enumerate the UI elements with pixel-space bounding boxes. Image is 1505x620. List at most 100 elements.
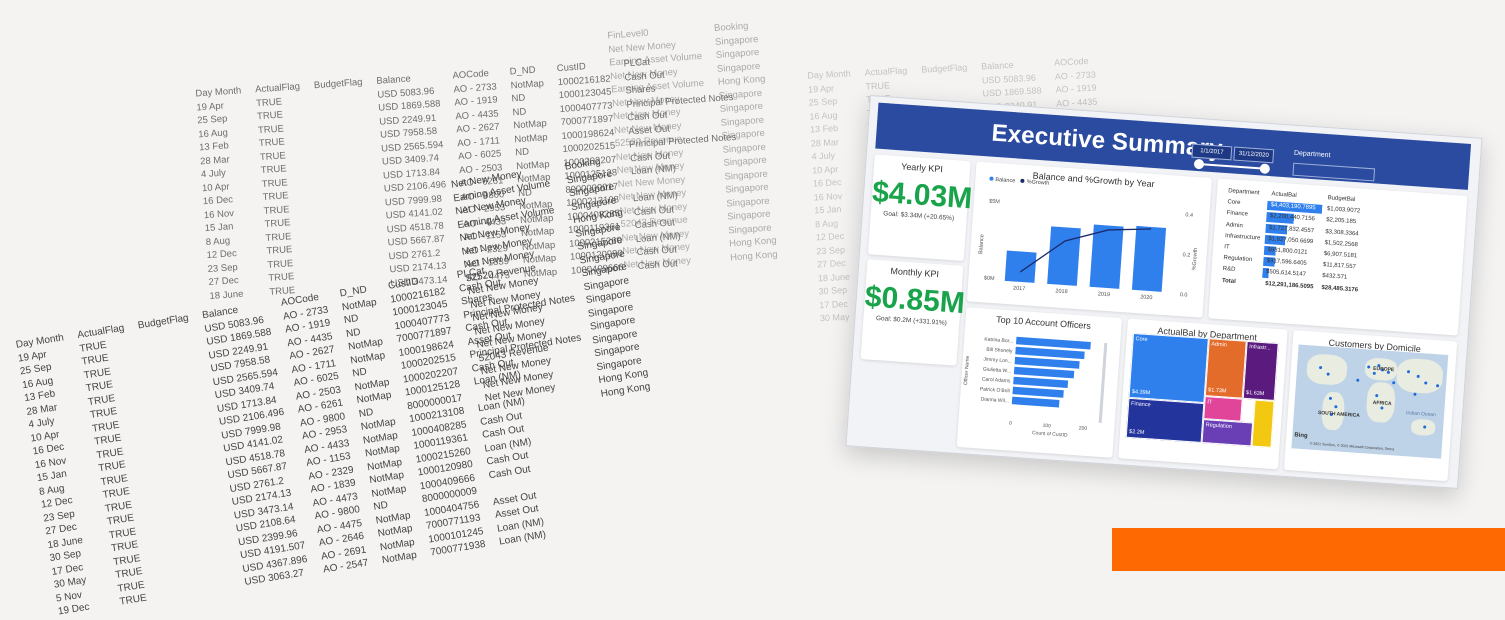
officer-name-label: Dianna Wil... (980, 396, 1009, 404)
officer-name-label: Katrina Bor... (984, 337, 1013, 345)
dept-budget: $1,003.9072 (1326, 206, 1361, 215)
officer-bar (1011, 396, 1060, 408)
officer-bar (1015, 346, 1085, 360)
map-label-africa: AFRICA (1372, 399, 1392, 408)
treemap-tile-value: $1.63M (1245, 389, 1265, 397)
treemap-tile[interactable] (1250, 399, 1275, 448)
treemap-tile-value: $4.39M (1131, 389, 1151, 397)
legend-balance-dot (989, 176, 994, 181)
total-label: Total (1221, 277, 1236, 285)
domicile-map-card: Customers by Domicile EUROPE AFRICA SOUT… (1283, 330, 1458, 482)
dept-budget: $432.571 (1321, 273, 1348, 282)
balance-bar (1004, 250, 1037, 283)
treemap-tile[interactable]: Infrastr... $1.63M (1242, 340, 1279, 401)
y2-tick-label: 0.0 (1180, 292, 1188, 299)
y-axis-label: Officer Name (963, 355, 971, 385)
map-pin[interactable] (1392, 381, 1396, 385)
treemap-tile-label: Finance (1130, 401, 1151, 409)
dept-budget: $11,817.557 (1322, 262, 1357, 271)
yearly-kpi-title: Yearly KPI (900, 161, 944, 175)
officer-name-label: Patrick O'Brill (980, 386, 1010, 394)
balance-bar (1131, 225, 1167, 292)
monthly-kpi-title: Monthly KPI (890, 265, 940, 280)
slider-start-handle[interactable] (1193, 158, 1205, 170)
treemap-tile[interactable]: Finance $2.2M (1125, 397, 1205, 443)
y2-tick-label: 0.4 (1185, 212, 1193, 219)
treemap-tile-value: $1.73M (1207, 387, 1227, 395)
officer-name-label: Giulietta W... (983, 367, 1012, 375)
dept-name: IT (1224, 244, 1230, 251)
legend-growth-label: %Growth (1026, 179, 1050, 187)
map-footer: © 2021 TomTom, © 2021 Microsoft Corporat… (1309, 441, 1395, 452)
top-officers-chart: Katrina Bor... Bill Shonely Jimmy Lon... Gi… (963, 337, 1108, 439)
spreadsheet-front: Day Month ActualFlag BudgetFlag Balance AOCo… (8, 156, 651, 620)
treemap-card: ActualBal by Department Core $4.39M Financ… (1118, 318, 1288, 470)
year-tick-label: 2018 (1055, 288, 1068, 295)
growth-line (1019, 228, 1152, 273)
y-tick-label: $5M (989, 199, 1001, 206)
map-pin[interactable] (1356, 378, 1360, 382)
officer-name-label: Jimmy Lon... (983, 357, 1012, 365)
year-tick-label: 2017 (1013, 285, 1026, 292)
year-tick-label: 2020 (1140, 294, 1153, 301)
officer-bar (1012, 386, 1064, 398)
treemap-tile[interactable]: Admin $1.73M (1204, 338, 1247, 399)
department-table: Department ActualBal BudgetBal Core $4,40… (1216, 185, 1369, 298)
officer-name-label: Carol Adams (982, 376, 1011, 384)
legend-growth-dot (1020, 178, 1025, 184)
officer-bar (1013, 376, 1069, 388)
slider-end-handle[interactable] (1259, 163, 1271, 175)
dept-col-header: Department (1227, 188, 1260, 197)
x-tick-label: 100 (1042, 423, 1051, 430)
legend-balance-label: Balance (995, 176, 1016, 185)
treemap-tile-label: Regulation (1205, 422, 1233, 430)
treemap-tile[interactable]: Core $4.39M (1128, 332, 1209, 404)
y-tick-label: $0M (984, 275, 996, 282)
budgetbal-col-header: BudgetBal (1327, 195, 1356, 204)
dept-name: R&D (1222, 266, 1236, 274)
dept-name: Regulation (1223, 255, 1253, 264)
x-axis-label: Count of CustID (1032, 430, 1068, 438)
balance-bar (1047, 226, 1081, 286)
officers-scrollbar (1098, 342, 1108, 423)
bing-logo: Bing (1294, 432, 1308, 440)
treemap-tile-label: Core (1135, 336, 1148, 343)
date-range-slider[interactable] (1193, 158, 1271, 175)
total-budget: $28,485.3176 (1321, 284, 1359, 294)
dept-budget: $6,907.5181 (1323, 251, 1358, 260)
treemap: Core $4.39M Finance $2.2M Admin $1.73M Infrast… (1125, 332, 1279, 448)
treemap-tile[interactable]: Regulation (1201, 418, 1253, 447)
department-filter-dropdown[interactable] (1292, 162, 1376, 182)
date-start-input[interactable]: 1/1/2017 (1191, 143, 1233, 161)
treemap-tile[interactable]: IT (1203, 395, 1243, 422)
dept-name: Admin (1225, 221, 1243, 229)
orange-accent-bar (1112, 528, 1505, 571)
y-axis-label: Balance (978, 234, 985, 254)
balance-growth-chart: 2017 2018 2019 2020 $5M $0M 0.4 0.2 0.0 Balance %G… (978, 199, 1200, 302)
officer-bar (1013, 366, 1075, 379)
executive-summary-dashboard: Executive Summary 1/1/2017 31/12/2020 De… (845, 95, 1483, 489)
treemap-tile-value: $2.2M (1128, 428, 1145, 436)
dept-budget: $1,502.2568 (1324, 239, 1359, 249)
y2-axis-label: %Growth (1192, 248, 1200, 271)
dept-budget: $2,205.185 (1325, 217, 1357, 226)
officer-bar (1014, 356, 1080, 369)
dashboard-title: Executive Summary (990, 119, 1224, 163)
date-end-input[interactable]: 31/12/2020 (1233, 146, 1275, 164)
department-table-card: Department ActualBal BudgetBal Core $4,40… (1208, 178, 1468, 336)
dept-name: Core (1227, 199, 1241, 207)
year-tick-label: 2019 (1098, 291, 1111, 298)
map-north-america (1305, 353, 1348, 386)
top-officers-chart-card: Top 10 Account Officers Katrina Bor... Bi… (956, 307, 1123, 458)
total-actual: $12,291,186.5095 (1264, 280, 1314, 291)
x-tick-label: 0 (1009, 421, 1012, 427)
dept-name: Finance (1226, 210, 1249, 219)
treemap-tile-label: Admin (1211, 341, 1228, 349)
domicile-map[interactable]: EUROPE AFRICA SOUTH AMERICA Indian Ocean… (1291, 344, 1449, 459)
dept-name: Infrastructure (1224, 232, 1261, 242)
dept-budget: $3,308.3364 (1325, 228, 1359, 238)
treemap-tile-label: Infrastr... (1249, 344, 1271, 352)
monthly-kpi-card: Monthly KPI $0.85M Goal: $0.2M (+331.91%… (860, 259, 966, 366)
map-pin[interactable] (1413, 392, 1417, 396)
officer-name-label: Bill Shonely (986, 347, 1013, 355)
